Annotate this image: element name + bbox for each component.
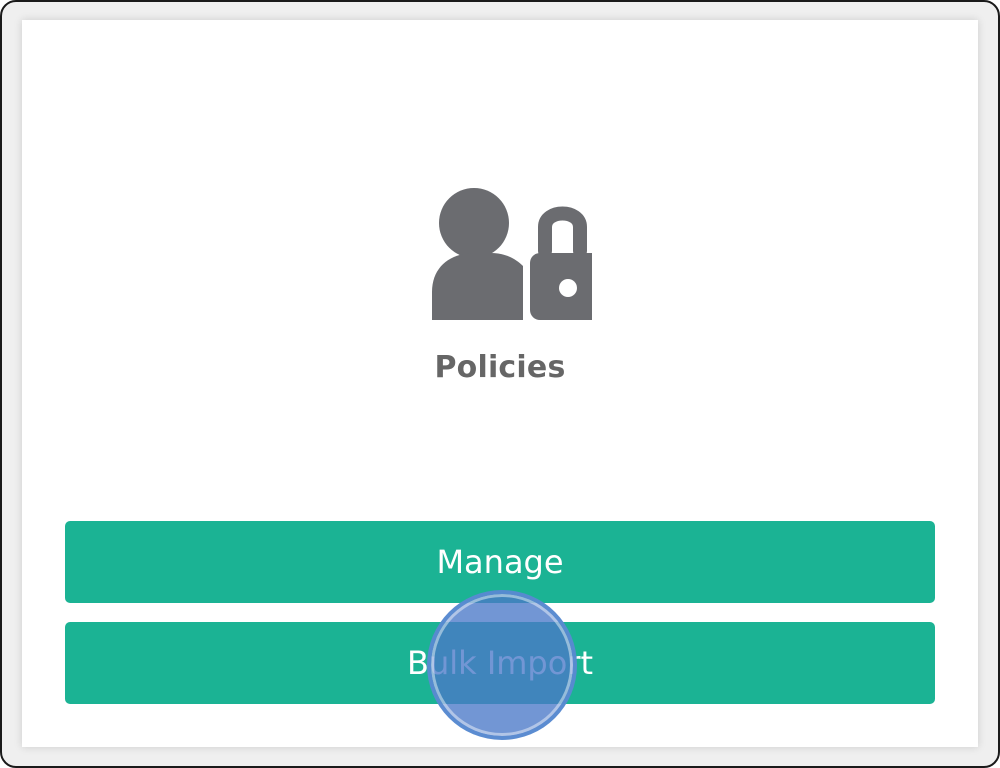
window-frame: Policies Manage Bulk Import <box>0 0 1000 768</box>
bulk-import-button[interactable]: Bulk Import <box>65 622 935 704</box>
page-title: Policies <box>434 350 566 385</box>
policies-card: Policies Manage Bulk Import <box>22 20 978 747</box>
user-lock-icon <box>412 175 592 320</box>
manage-button[interactable]: Manage <box>65 521 935 603</box>
